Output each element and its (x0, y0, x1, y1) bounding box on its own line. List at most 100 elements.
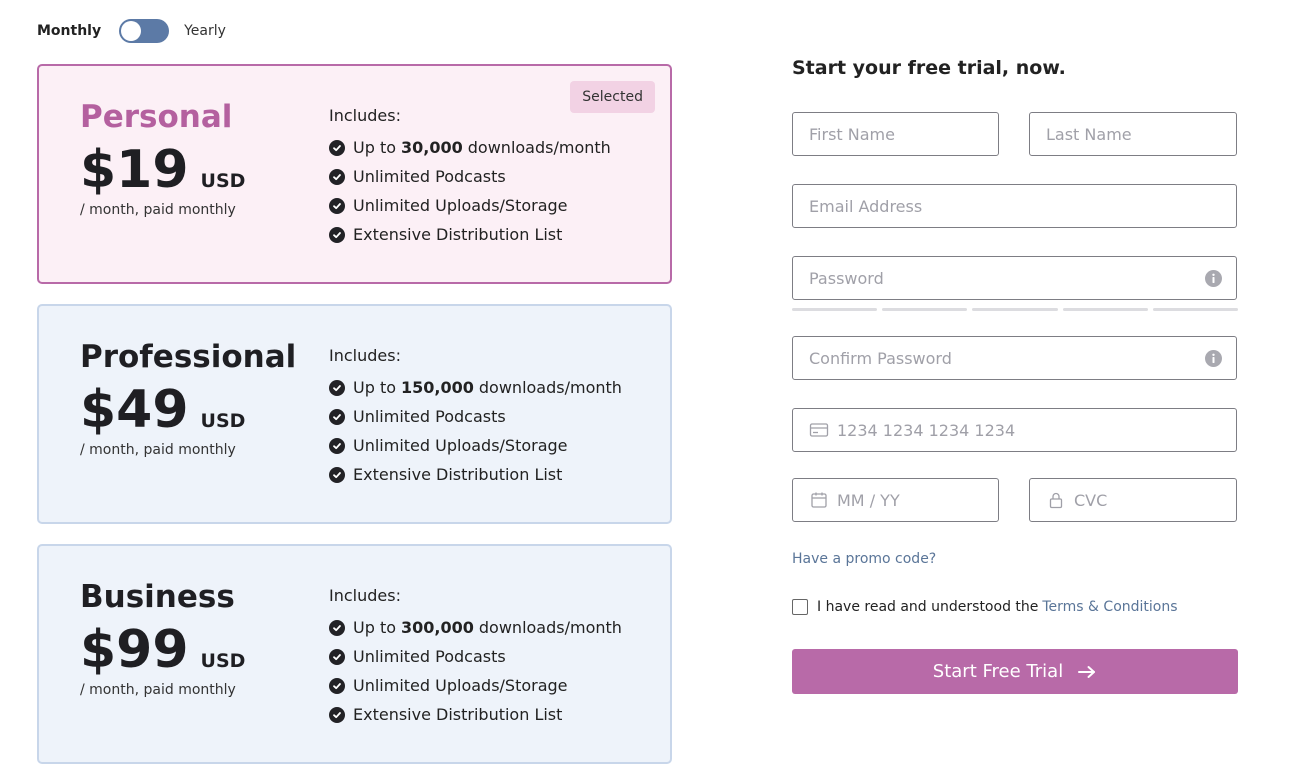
card-number-field[interactable] (792, 408, 1237, 452)
feature-text: Unlimited Podcasts (353, 407, 506, 426)
feature-item: Unlimited Podcasts (329, 162, 611, 191)
plan-currency: USD (200, 410, 246, 432)
feature-text: Extensive Distribution List (353, 225, 563, 244)
cvc-field[interactable] (1029, 478, 1237, 522)
feature-text: Unlimited Uploads/Storage (353, 676, 568, 695)
plan-price: $99 (80, 620, 189, 680)
check-circle-icon (329, 197, 345, 214)
terms-link[interactable]: Terms & Conditions (1042, 599, 1177, 615)
feature-text-suffix: downloads/month (467, 138, 611, 157)
check-circle-icon (329, 139, 345, 156)
feature-item: Unlimited Uploads/Storage (329, 671, 622, 700)
feature-list: Includes: Up to 30,000 downloads/month U… (329, 106, 611, 249)
feature-item: Extensive Distribution List (329, 220, 611, 249)
feature-item: Unlimited Uploads/Storage (329, 191, 611, 220)
feature-item: Unlimited Podcasts (329, 642, 622, 671)
info-icon[interactable] (1205, 350, 1222, 367)
check-circle-icon (329, 437, 345, 454)
billing-switch[interactable] (119, 19, 170, 43)
plan-card-business[interactable]: Business $99 USD / month, paid monthly I… (37, 544, 672, 764)
plan-name: Business (80, 579, 235, 615)
last-name-input[interactable] (1046, 113, 1236, 155)
feature-item: Unlimited Uploads/Storage (329, 431, 622, 460)
expiry-input[interactable] (837, 479, 998, 521)
billing-note: / month, paid monthly (80, 202, 236, 218)
feature-text-suffix: downloads/month (478, 618, 622, 637)
feature-text: Unlimited Podcasts (353, 167, 506, 186)
feature-text-prefix: Up to (353, 138, 397, 157)
strength-segment (972, 308, 1058, 311)
confirm-password-input[interactable] (809, 337, 1236, 379)
check-circle-icon (329, 466, 345, 483)
billing-note: / month, paid monthly (80, 442, 236, 458)
billing-period-toggle: Monthly Yearly (37, 18, 226, 44)
feature-item: Up to 150,000 downloads/month (329, 373, 622, 402)
check-circle-icon (329, 379, 345, 396)
check-circle-icon (329, 677, 345, 694)
feature-list: Includes: Up to 300,000 downloads/month … (329, 586, 622, 729)
form-title: Start your free trial, now. (792, 57, 1066, 79)
card-number-input[interactable] (837, 409, 1236, 451)
feature-download-limit: 150,000 (401, 378, 474, 397)
first-name-field[interactable] (792, 112, 999, 156)
feature-text: Unlimited Uploads/Storage (353, 196, 568, 215)
includes-label: Includes: (329, 586, 401, 605)
feature-list: Includes: Up to 150,000 downloads/month … (329, 346, 622, 489)
plan-card-professional[interactable]: Professional $49 USD / month, paid month… (37, 304, 672, 524)
feature-text-suffix: downloads/month (478, 378, 622, 397)
password-strength-meter (792, 308, 1239, 311)
plan-card-personal[interactable]: Selected Personal $19 USD / month, paid … (37, 64, 672, 284)
includes-label: Includes: (329, 106, 401, 125)
monthly-label[interactable]: Monthly (37, 23, 101, 39)
feature-download-limit: 30,000 (401, 138, 463, 157)
credit-card-icon (809, 420, 829, 440)
feature-item: Up to 300,000 downloads/month (329, 613, 622, 642)
calendar-icon (809, 490, 829, 510)
feature-item: Unlimited Podcasts (329, 402, 622, 431)
check-circle-icon (329, 226, 345, 243)
plan-price: $19 (80, 140, 189, 200)
promo-code-link[interactable]: Have a promo code? (792, 551, 936, 567)
price-row: $99 USD (80, 624, 245, 676)
strength-segment (882, 308, 968, 311)
feature-text: Unlimited Uploads/Storage (353, 436, 568, 455)
feature-item: Extensive Distribution List (329, 700, 622, 729)
plan-name: Personal (80, 99, 233, 135)
price-row: $19 USD (80, 144, 245, 196)
check-circle-icon (329, 706, 345, 723)
check-circle-icon (329, 648, 345, 665)
switch-knob (121, 21, 142, 41)
plan-price: $49 (80, 380, 189, 440)
expiry-field[interactable] (792, 478, 999, 522)
strength-segment (792, 308, 878, 311)
submit-label: Start Free Trial (932, 661, 1064, 682)
includes-label: Includes: (329, 346, 401, 365)
feature-item: Extensive Distribution List (329, 460, 622, 489)
check-circle-icon (329, 619, 345, 636)
info-icon[interactable] (1205, 270, 1222, 287)
plan-currency: USD (200, 170, 246, 192)
cvc-input[interactable] (1074, 479, 1236, 521)
arrow-right-icon (1077, 665, 1097, 679)
email-field[interactable] (792, 184, 1237, 228)
terms-row: I have read and understood the Terms & C… (792, 599, 1178, 615)
feature-text-prefix: Up to (353, 378, 397, 397)
terms-text: I have read and understood the (817, 599, 1039, 615)
first-name-input[interactable] (809, 113, 998, 155)
terms-checkbox[interactable] (792, 599, 808, 615)
last-name-field[interactable] (1029, 112, 1237, 156)
email-input[interactable] (809, 185, 1236, 227)
password-input[interactable] (809, 257, 1236, 299)
check-circle-icon (329, 168, 345, 185)
plan-name: Professional (80, 339, 297, 375)
feature-text: Extensive Distribution List (353, 705, 563, 724)
billing-note: / month, paid monthly (80, 682, 236, 698)
start-free-trial-button[interactable]: Start Free Trial (792, 649, 1238, 694)
password-field[interactable] (792, 256, 1237, 300)
yearly-label[interactable]: Yearly (184, 23, 226, 39)
price-row: $49 USD (80, 384, 245, 436)
strength-segment (1062, 308, 1148, 311)
confirm-password-field[interactable] (792, 336, 1237, 380)
feature-text: Extensive Distribution List (353, 465, 563, 484)
strength-segment (1152, 308, 1239, 311)
